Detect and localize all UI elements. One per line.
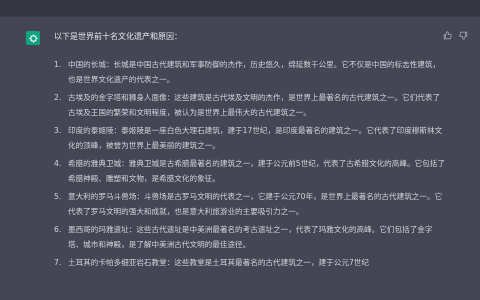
list-item-number: 1.: [54, 60, 62, 69]
list-item-text: 希腊的雅典卫城：雅典卫城是古希腊最著名的建筑之一，建于公元前5世纪，代表了古希腊…: [68, 159, 445, 183]
list-item: 1. 中国的长城：长城是中国古代建筑和军事防御的杰作，历史悠久，绵延数千公里。它…: [54, 57, 446, 87]
list-item-number: 6.: [54, 225, 62, 234]
list-item-text: 意大利的罗马斗兽场：斗兽场是古罗马文明的代表之一，它建于公元70年，是世界上最著…: [68, 192, 443, 216]
previous-message-strip: [0, 0, 480, 17]
answer-list: 1. 中国的长城：长城是中国古代建筑和军事防御的杰作，历史悠久，绵延数千公里。它…: [54, 57, 446, 273]
feedback-actions: [442, 30, 468, 40]
list-item: 2. 古埃及的金字塔和狮身人面像：这些建筑是古代埃及文明的杰作，是世界上最著名的…: [54, 90, 446, 120]
list-item: 5. 意大利的罗马斗兽场：斗兽场是古罗马文明的代表之一，它建于公元70年，是世界…: [54, 189, 446, 219]
list-item-number: 2.: [54, 93, 62, 102]
list-item-number: 4.: [54, 159, 62, 168]
list-item-text: 土耳其的卡帕多细亚岩石教堂：这些教堂是土耳其最著名的古代建筑之一，建于公元7世纪: [68, 258, 369, 267]
list-item-text: 中国的长城：长城是中国古代建筑和军事防御的杰作，历史悠久，绵延数千公里。它不仅是…: [68, 60, 441, 84]
list-item-number: 3.: [54, 126, 62, 135]
message-intro: 以下是世界前十名文化遗产和原因：: [54, 32, 182, 41]
list-item: 4. 希腊的雅典卫城：雅典卫城是古希腊最著名的建筑之一，建于公元前5世纪，代表了…: [54, 156, 446, 186]
thumbs-up-icon[interactable]: [442, 30, 452, 40]
list-item-text: 古埃及的金字塔和狮身人面像：这些建筑是古代埃及文明的杰作，是世界上最著名的古代建…: [68, 93, 441, 117]
assistant-message: 以下是世界前十名文化遗产和原因： 1. 中国的长城：长城是中国古代建筑和军事防御…: [0, 17, 480, 300]
list-item-number: 7.: [54, 258, 62, 267]
list-item: 7. 土耳其的卡帕多细亚岩石教堂：这些教堂是土耳其最著名的古代建筑之一，建于公元…: [54, 255, 446, 270]
list-item-text: 墨西哥的玛雅遗址：这些古代遗址是中美洲最著名的考古遗址之一，代表了玛雅文化的高峰…: [68, 225, 433, 249]
openai-logo-icon: [26, 31, 40, 45]
list-item: 3. 印度的泰姬陵：泰姬陵是一座白色大理石建筑，建于17世纪，是印度最著名的建筑…: [54, 123, 446, 153]
thumbs-down-icon[interactable]: [458, 30, 468, 40]
list-item-number: 5.: [54, 192, 62, 201]
list-item-text: 印度的泰姬陵：泰姬陵是一座白色大理石建筑，建于17世纪，是印度最著名的建筑之一。…: [68, 126, 443, 150]
list-item: 6. 墨西哥的玛雅遗址：这些古代遗址是中美洲最著名的考古遗址之一，代表了玛雅文化…: [54, 222, 446, 252]
